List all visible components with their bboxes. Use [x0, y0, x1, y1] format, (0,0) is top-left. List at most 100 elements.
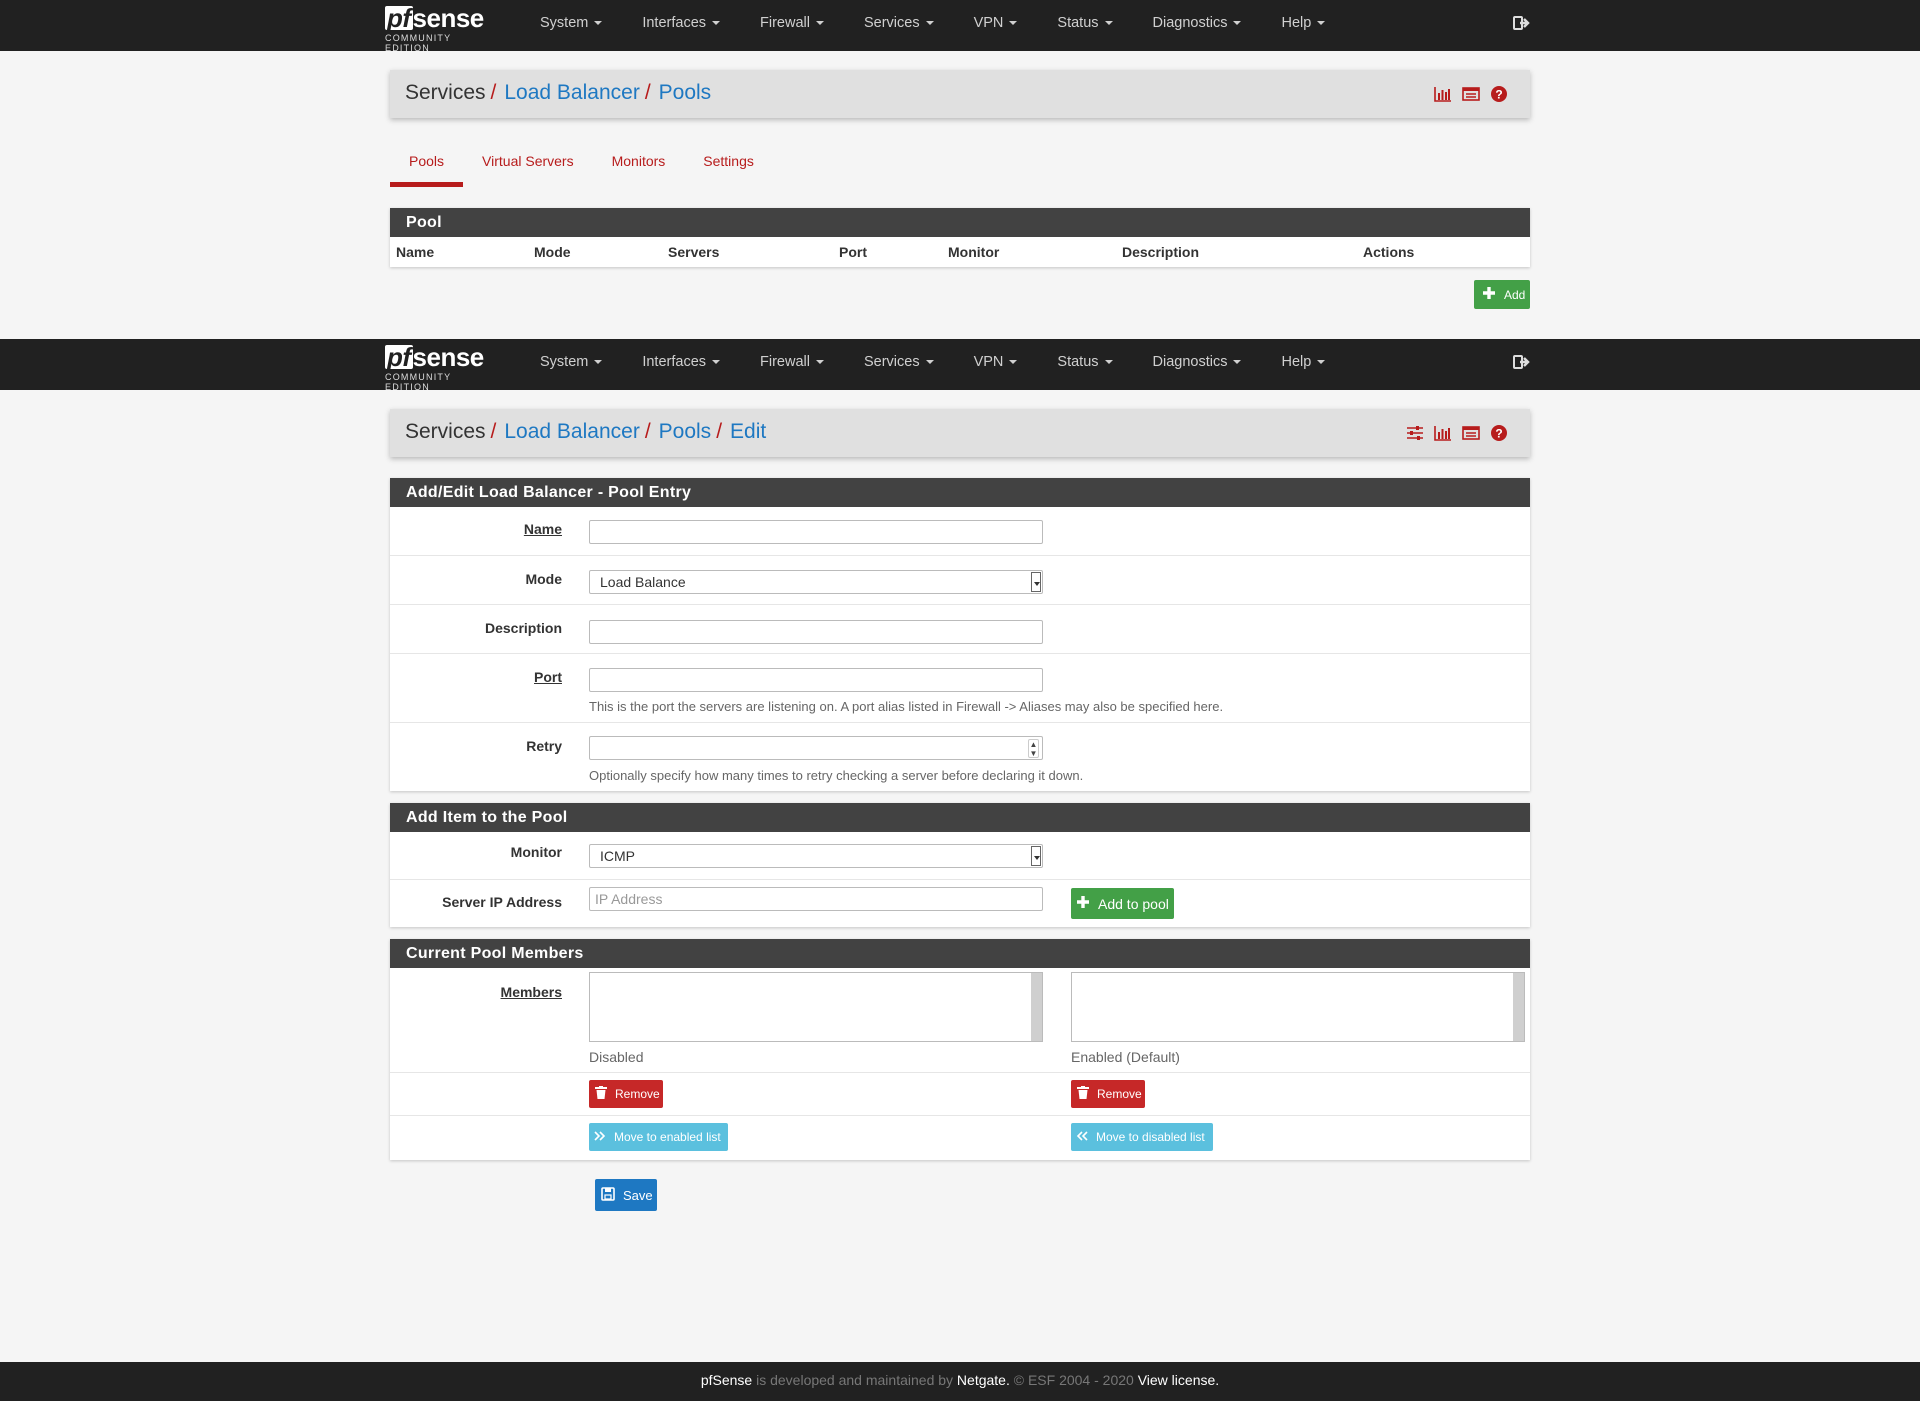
column-header-name[interactable]: Name: [396, 244, 434, 260]
members-row: Members Disabled Enabled (Default): [390, 968, 1530, 1073]
move-to-enabled-button[interactable]: Move to enabled list: [589, 1123, 728, 1151]
name-input[interactable]: [589, 520, 1043, 544]
column-header-monitor[interactable]: Monitor: [948, 244, 999, 260]
help-icon[interactable]: ?: [1490, 424, 1508, 442]
pfsense-logo[interactable]: pfsense COMMUNITY EDITION: [385, 343, 495, 392]
server-ip-label: Server IP Address: [442, 894, 562, 910]
breadcrumb-separator: /: [490, 81, 497, 104]
breadcrumb-edit[interactable]: Edit: [730, 420, 766, 443]
menu-diagnostics[interactable]: Diagnostics: [1133, 0, 1262, 51]
caret-down-icon: [1009, 360, 1018, 365]
menu-help[interactable]: Help: [1261, 339, 1345, 390]
breadcrumb-load-balancer[interactable]: Load Balancer: [504, 81, 639, 104]
server-ip-input[interactable]: IP Address: [589, 887, 1043, 911]
members-label: Members: [500, 984, 562, 1000]
remove-label: Remove: [1097, 1087, 1142, 1101]
menu-firewall[interactable]: Firewall: [740, 339, 844, 390]
move-to-disabled-button[interactable]: Move to disabled list: [1071, 1123, 1213, 1151]
spinner-arrows-icon[interactable]: ▲ ▼: [1028, 739, 1039, 758]
caret-down-icon: [815, 21, 824, 26]
menu-help[interactable]: Help: [1261, 0, 1345, 51]
logo-sense: sense: [412, 3, 485, 33]
menu-label: VPN: [973, 15, 1004, 31]
remove-enabled-button[interactable]: Remove: [1071, 1080, 1145, 1108]
menu-label: Firewall: [760, 354, 810, 370]
sliders-icon[interactable]: [1406, 424, 1424, 442]
menu-interfaces[interactable]: Interfaces: [622, 339, 740, 390]
save-button[interactable]: Save: [595, 1179, 657, 1211]
description-label: Description: [484, 620, 562, 636]
sign-out-icon[interactable]: [1513, 15, 1531, 31]
menu-label: VPN: [973, 354, 1004, 370]
remove-disabled-button[interactable]: Remove: [589, 1080, 663, 1108]
column-header-description[interactable]: Description: [1122, 244, 1199, 260]
save-floppy-icon: [601, 1186, 615, 1204]
menu-services[interactable]: Services: [844, 0, 954, 51]
dropdown-arrow-icon: [1031, 572, 1041, 592]
retry-input[interactable]: ▲ ▼: [589, 736, 1043, 760]
column-header-mode[interactable]: Mode: [534, 244, 571, 260]
breadcrumb-services: Services: [405, 420, 486, 443]
add-to-pool-button[interactable]: Add to pool: [1071, 888, 1174, 919]
column-header-servers[interactable]: Servers: [668, 244, 719, 260]
breadcrumb-separator: /: [716, 420, 723, 443]
menu-system[interactable]: System: [520, 339, 622, 390]
top-navbar: pfsense COMMUNITY EDITION System Interfa…: [0, 339, 1920, 392]
monitor-row: Monitor ICMP: [390, 832, 1530, 880]
footer-netgate-link[interactable]: Netgate.: [957, 1372, 1010, 1388]
breadcrumb: Services / Load Balancer / Pools / Edit: [405, 419, 766, 445]
breadcrumb-pools[interactable]: Pools: [659, 81, 712, 104]
enabled-members-list[interactable]: [1071, 972, 1525, 1042]
scrollbar[interactable]: [1031, 973, 1042, 1041]
description-input[interactable]: [589, 620, 1043, 644]
pfsense-logo[interactable]: pfsense COMMUNITY EDITION: [385, 3, 495, 53]
menu-services[interactable]: Services: [844, 339, 954, 390]
tab-monitors[interactable]: Monitors: [593, 139, 685, 187]
menu-diagnostics[interactable]: Diagnostics: [1133, 339, 1262, 390]
trash-icon: [595, 1086, 607, 1102]
menu-vpn[interactable]: VPN: [954, 0, 1038, 51]
breadcrumb-load-balancer[interactable]: Load Balancer: [504, 420, 639, 443]
help-icon[interactable]: ?: [1490, 85, 1508, 103]
top-navbar: pfsense COMMUNITY EDITION System Interfa…: [0, 0, 1920, 53]
breadcrumb-icons: ?: [1406, 424, 1508, 442]
move-to-disabled-label: Move to disabled list: [1096, 1130, 1205, 1144]
add-to-pool-label: Add to pool: [1098, 895, 1169, 912]
column-header-actions: Actions: [1363, 244, 1415, 260]
scrollbar[interactable]: [1513, 973, 1524, 1041]
pool-table-panel: Pool Name Mode Servers Port Monitor Desc…: [390, 208, 1530, 267]
breadcrumb-pools[interactable]: Pools: [659, 420, 712, 443]
monitor-select[interactable]: ICMP: [589, 844, 1043, 868]
port-input[interactable]: [589, 668, 1043, 692]
bar-chart-icon[interactable]: [1434, 85, 1452, 103]
tab-virtual-servers[interactable]: Virtual Servers: [463, 139, 593, 187]
menu-label: Diagnostics: [1152, 354, 1228, 370]
add-pool-button[interactable]: Add: [1474, 280, 1530, 309]
disabled-members-list[interactable]: [589, 972, 1043, 1042]
tab-settings[interactable]: Settings: [684, 139, 773, 187]
section-title: Add/Edit Load Balancer - Pool Entry: [390, 478, 1530, 507]
menu-interfaces[interactable]: Interfaces: [622, 0, 740, 51]
disabled-caption: Disabled: [589, 1049, 644, 1065]
retry-row: Retry ▲ ▼ Optionally specify how many tim…: [390, 723, 1530, 791]
tab-pools[interactable]: Pools: [390, 139, 464, 187]
bar-chart-icon[interactable]: [1434, 424, 1452, 442]
add-item-panel: Add Item to the Pool Monitor ICMP Server…: [390, 803, 1530, 927]
caret-down-icon: [594, 360, 603, 365]
menu-vpn[interactable]: VPN: [954, 339, 1038, 390]
breadcrumb-separator: /: [490, 420, 497, 443]
footer-license-link[interactable]: View license.: [1138, 1372, 1219, 1388]
menu-firewall[interactable]: Firewall: [740, 0, 844, 51]
caret-down-icon: [1009, 21, 1018, 26]
footer: pfSense is developed and maintained by N…: [0, 1362, 1920, 1401]
log-table-icon[interactable]: [1462, 424, 1480, 442]
sign-out-icon[interactable]: [1513, 354, 1531, 370]
menu-status[interactable]: Status: [1037, 0, 1132, 51]
menu-system[interactable]: System: [520, 0, 622, 51]
mode-select[interactable]: Load Balance: [589, 570, 1043, 594]
menu-status[interactable]: Status: [1037, 339, 1132, 390]
log-table-icon[interactable]: [1462, 85, 1480, 103]
mode-selected-value: Load Balance: [600, 574, 686, 590]
remove-label: Remove: [615, 1087, 660, 1101]
column-header-port[interactable]: Port: [839, 244, 867, 260]
